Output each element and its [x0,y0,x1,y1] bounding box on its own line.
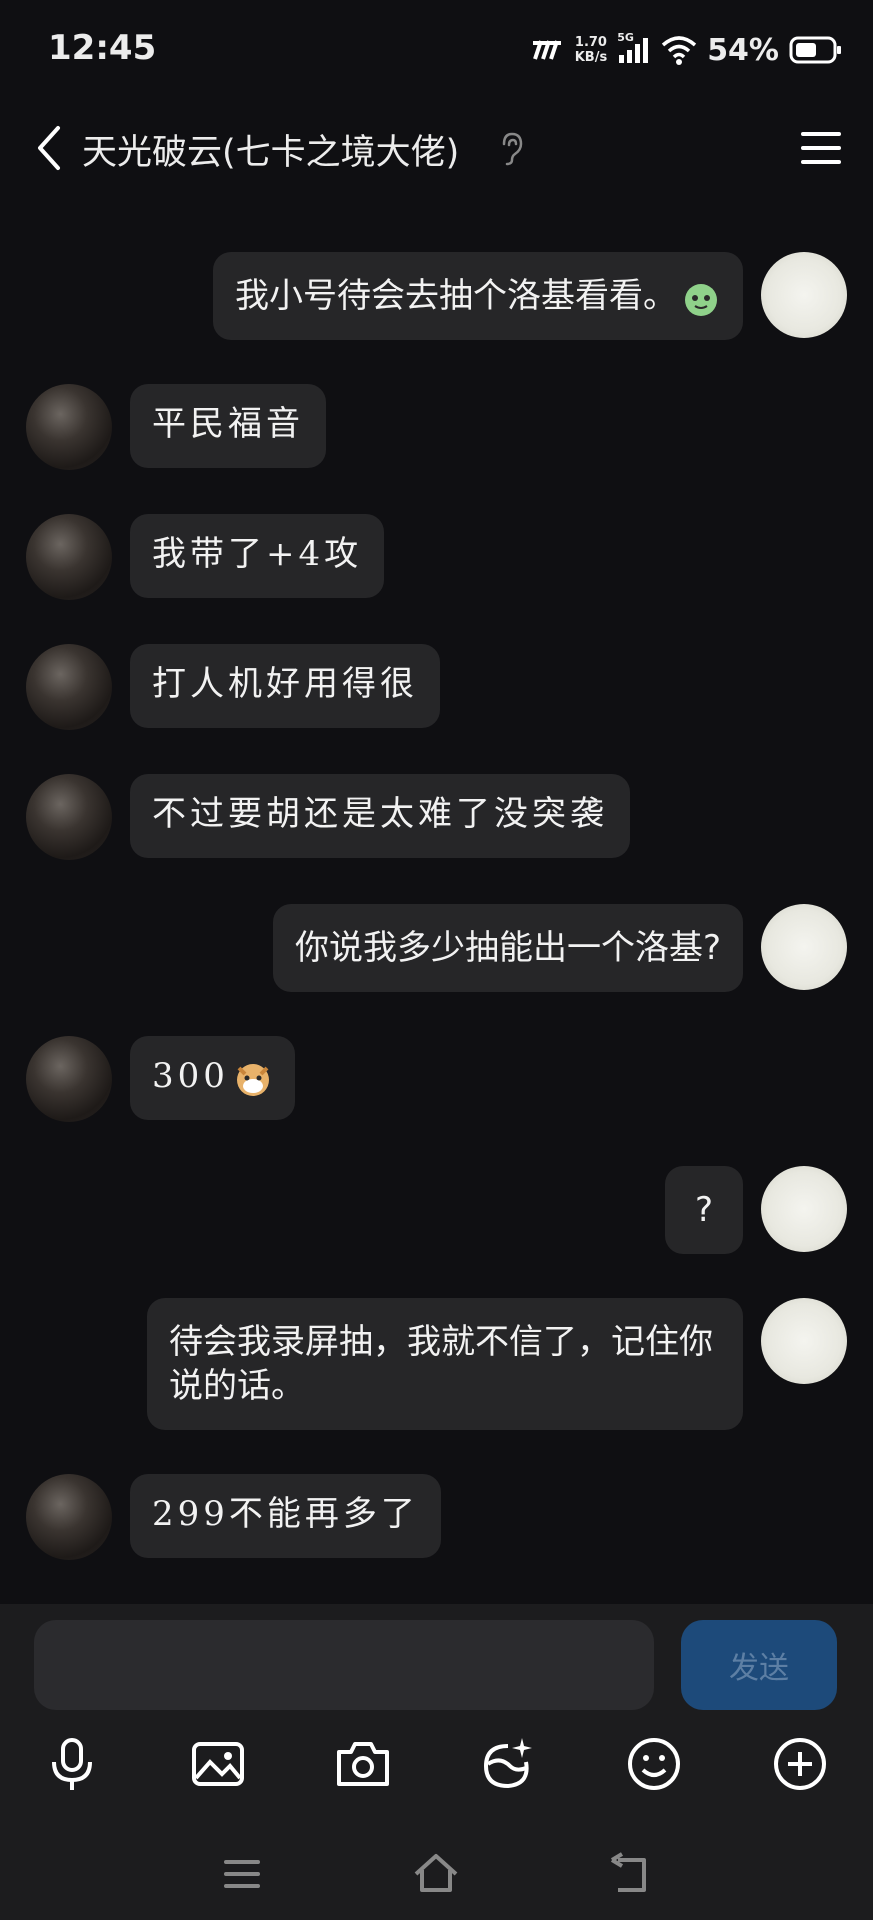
wifi-icon [662,36,697,65]
message-bubble[interactable]: ? [664,1166,743,1254]
my-avatar[interactable] [761,904,847,990]
status-icons: 1.70 KB/s 5G 54% [531,30,843,70]
app-logo-icon [532,40,561,60]
status-time: 12:45 [48,28,157,68]
message-bubble[interactable]: 不过要胡还是太难了没突袭 [130,774,630,858]
message-outgoing: 你说我多少抽能出一个洛基? [272,904,847,992]
friend-avatar[interactable] [26,384,112,470]
friend-avatar[interactable] [26,1474,112,1560]
message-input[interactable] [34,1620,654,1710]
signal-icon: 5G [617,31,651,65]
message-incoming: 300 [26,1036,295,1122]
message-incoming: 平民福音 [26,384,326,470]
sticker-dog-emoji-icon [236,1064,269,1096]
system-nav-bar [0,1832,873,1920]
friend-avatar[interactable] [26,1036,112,1122]
friend-avatar[interactable] [26,774,112,860]
status-bar: 12:45 1.70 KB/s 5G 54% [0,0,873,98]
friend-avatar[interactable] [26,514,112,600]
camera-icon[interactable] [331,1732,395,1796]
message-incoming: 我带了+4攻 [26,514,385,600]
message-bubble[interactable]: 打人机好用得很 [130,644,440,728]
image-icon[interactable] [186,1732,250,1796]
ear-icon[interactable] [496,130,526,166]
message-bubble[interactable]: 你说我多少抽能出一个洛基? [272,904,743,992]
smiley-icon[interactable] [622,1732,686,1796]
friend-avatar[interactable] [26,644,112,730]
message-bubble[interactable]: 我带了+4攻 [130,514,385,598]
chat-title[interactable]: 天光破云(七卡之境大佬) [82,124,459,175]
message-bubble[interactable]: 300 [130,1036,295,1120]
chat-toolbar [0,1732,873,1812]
message-incoming: 299不能再多了 [26,1474,441,1560]
my-avatar[interactable] [761,1298,847,1384]
my-avatar[interactable] [761,1166,847,1252]
message-incoming: 不过要胡还是太难了没突袭 [26,774,630,860]
plus-icon[interactable] [768,1732,832,1796]
message-incoming: 打人机好用得很 [26,644,440,730]
microphone-icon[interactable] [40,1732,104,1796]
home-icon[interactable] [410,1848,462,1900]
message-bubble[interactable]: 平民福音 [130,384,326,468]
message-outgoing: ? [664,1166,847,1254]
my-avatar[interactable] [761,252,847,338]
back-nav-icon[interactable] [604,1848,656,1900]
net-speed: 1.70 KB/s [574,35,608,65]
recent-apps-icon[interactable] [216,1848,268,1900]
battery-percent: 54% [707,32,779,68]
message-bubble[interactable]: 我小号待会去抽个洛基看看。 [213,252,743,340]
message-bubble[interactable]: 299不能再多了 [130,1474,441,1558]
sticker-cute-emoji-icon [685,283,717,316]
message-outgoing: 我小号待会去抽个洛基看看。 [213,252,847,340]
chat-input-area: 发送 [0,1604,873,1920]
face-sparkle-icon[interactable] [476,1732,540,1796]
battery-icon [789,36,841,64]
message-outgoing: 待会我录屏抽，我就不信了，记住你说的话。 [147,1298,847,1430]
menu-icon[interactable] [795,124,847,172]
send-button[interactable]: 发送 [681,1620,837,1710]
message-bubble[interactable]: 待会我录屏抽，我就不信了，记住你说的话。 [147,1298,743,1430]
back-icon[interactable] [24,118,84,178]
chat-header: 天光破云(七卡之境大佬) [0,98,873,198]
